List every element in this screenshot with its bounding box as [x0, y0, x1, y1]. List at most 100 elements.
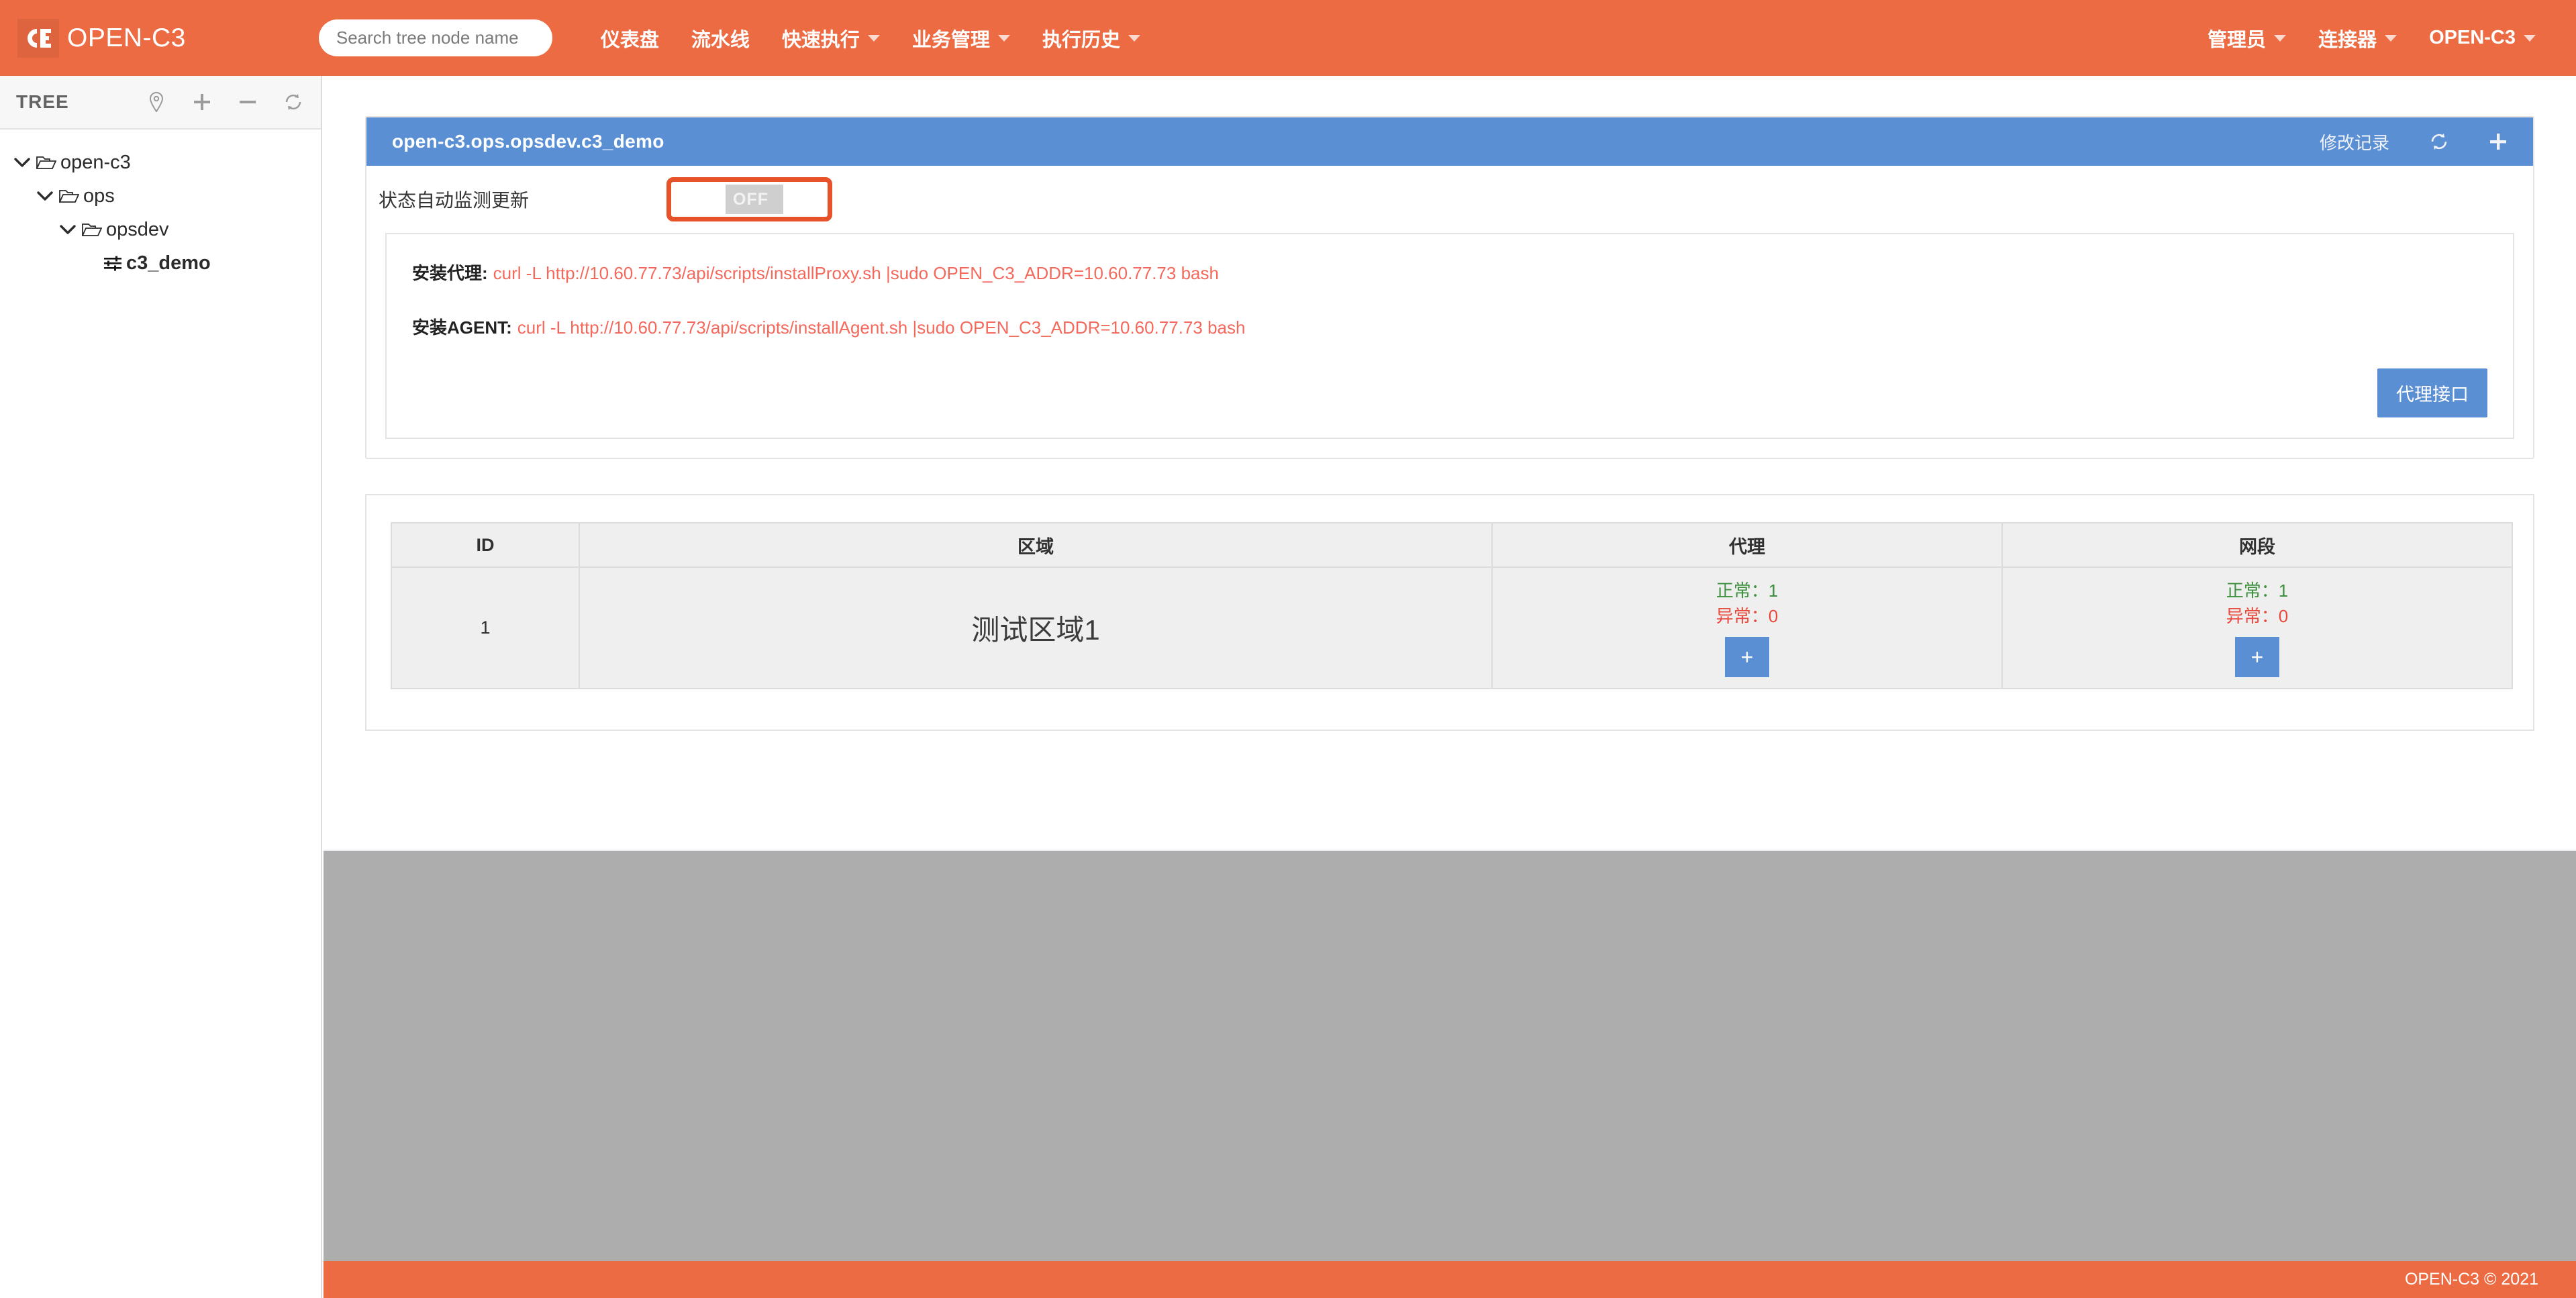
- node-detail-panel: open-c3.ops.opsdev.c3_demo 修改记录 状态自动监测更新…: [365, 116, 2534, 459]
- tree-node-label: open-c3: [60, 152, 131, 174]
- network-normal-status: 正常：1: [2003, 579, 2512, 604]
- nav-item-label: 执行历史: [1042, 24, 1120, 52]
- nav-item-label: 业务管理: [912, 24, 990, 52]
- tree-node-ops[interactable]: ops: [0, 179, 321, 213]
- plus-icon[interactable]: [2489, 132, 2508, 151]
- chevron-down-icon: [998, 35, 1010, 42]
- proxy-abnormal-label: 异常：: [1716, 606, 1769, 626]
- chevron-down-icon: [2524, 35, 2536, 42]
- nav-item-user-menu[interactable]: OPEN-C3: [2413, 0, 2552, 76]
- proxy-abnormal-status: 异常：0: [1493, 604, 2001, 630]
- tree-toolbar: [145, 91, 305, 113]
- command-actions: 代理接口: [412, 368, 2487, 417]
- install-proxy-command[interactable]: curl -L http://10.60.77.73/api/scripts/i…: [493, 263, 1219, 283]
- nav-item-label: 流水线: [691, 24, 750, 52]
- cell-id: 1: [391, 567, 579, 689]
- refresh-icon[interactable]: [282, 91, 305, 113]
- add-network-button[interactable]: +: [2235, 637, 2279, 677]
- tree-node-label: c3_demo: [126, 252, 211, 274]
- install-agent-line: 安装AGENT:curl -L http://10.60.77.73/api/s…: [412, 314, 2487, 339]
- cell-zone: 测试区域1: [579, 567, 1492, 689]
- add-proxy-button[interactable]: +: [1725, 637, 1769, 677]
- tree-node-opsdev[interactable]: opsdev: [0, 213, 321, 246]
- auto-monitor-highlight: OFF: [666, 177, 832, 221]
- cell-proxy: 正常：1 异常：0 +: [1492, 567, 2002, 689]
- minus-icon[interactable]: [236, 91, 259, 113]
- install-agent-command[interactable]: curl -L http://10.60.77.73/api/scripts/i…: [517, 317, 1246, 338]
- refresh-icon[interactable]: [2430, 132, 2448, 151]
- nav-item-label: 管理员: [2208, 24, 2266, 52]
- zone-table-panel: ID 区域 代理 网段 1 测试区域1 正常：1 异常：0 + 正常：1: [365, 494, 2534, 731]
- empty-grey-area: [324, 850, 2576, 1261]
- c3-logo-icon: [17, 19, 59, 58]
- table-row: 1 测试区域1 正常：1 异常：0 + 正常：1 异常：0 +: [391, 567, 2512, 689]
- auto-monitor-label: 状态自动监测更新: [379, 186, 529, 213]
- nav-item-connector[interactable]: 连接器: [2302, 0, 2413, 76]
- nav-right: 管理员 连接器 OPEN-C3: [2191, 0, 2552, 76]
- search-box[interactable]: [319, 19, 552, 56]
- zone-table: ID 区域 代理 网段 1 测试区域1 正常：1 异常：0 + 正常：1: [391, 522, 2513, 689]
- chevron-down-icon[interactable]: [12, 157, 32, 168]
- auto-monitor-row: 状态自动监测更新 OFF: [366, 166, 2533, 233]
- install-proxy-line: 安装代理:curl -L http://10.60.77.73/api/scri…: [412, 260, 2487, 285]
- proxy-normal-label: 正常：: [1716, 581, 1769, 601]
- location-pin-icon[interactable]: [145, 91, 168, 113]
- chevron-down-icon: [868, 35, 880, 42]
- tree-title: TREE: [16, 91, 69, 113]
- folder-icon: [36, 154, 56, 170]
- network-normal-label: 正常：: [2226, 581, 2279, 601]
- tree-node-label: opsdev: [106, 219, 169, 241]
- table-header-row: ID 区域 代理 网段: [391, 523, 2512, 567]
- panel-header-actions: 修改记录: [2320, 130, 2508, 154]
- nav-item-admin[interactable]: 管理员: [2191, 0, 2302, 76]
- panel-header: open-c3.ops.opsdev.c3_demo 修改记录: [366, 117, 2533, 166]
- install-agent-label: 安装AGENT:: [412, 317, 512, 338]
- folder-icon: [82, 221, 102, 238]
- proxy-normal-value: 1: [1769, 581, 1778, 601]
- install-commands-box: 安装代理:curl -L http://10.60.77.73/api/scri…: [385, 233, 2514, 439]
- column-header-network: 网段: [2002, 523, 2512, 567]
- chevron-down-icon[interactable]: [58, 224, 78, 235]
- tree-node-label: ops: [83, 185, 115, 207]
- network-abnormal-label: 异常：: [2226, 606, 2279, 626]
- proxy-abnormal-value: 0: [1769, 606, 1778, 626]
- tree-node-c3-demo[interactable]: c3_demo: [0, 246, 321, 280]
- zone-table-body: 1 测试区域1 正常：1 异常：0 + 正常：1 异常：0 +: [391, 567, 2512, 689]
- column-header-zone: 区域: [579, 523, 1492, 567]
- search-input[interactable]: [319, 19, 552, 56]
- proxy-api-button[interactable]: 代理接口: [2377, 368, 2487, 417]
- sidebar: TREE open-c3: [0, 76, 322, 1298]
- sliders-icon: [103, 255, 122, 271]
- cell-network: 正常：1 异常：0 +: [2002, 567, 2512, 689]
- modify-records-button[interactable]: 修改记录: [2320, 130, 2389, 154]
- nav-item-dashboard[interactable]: 仪表盘: [585, 0, 675, 76]
- auto-monitor-toggle[interactable]: OFF: [696, 185, 783, 214]
- page-footer: OPEN-C3 © 2021: [324, 1261, 2576, 1298]
- nav-item-execution-history[interactable]: 执行历史: [1026, 0, 1156, 76]
- chevron-down-icon: [2385, 35, 2397, 42]
- network-abnormal-status: 异常：0: [2003, 604, 2512, 630]
- chevron-down-icon[interactable]: [35, 191, 55, 201]
- zone-table-head: ID 区域 代理 网段: [391, 523, 2512, 567]
- folder-icon: [59, 188, 79, 204]
- install-proxy-label: 安装代理:: [412, 263, 488, 283]
- network-abnormal-value: 0: [2279, 606, 2288, 626]
- column-header-id: ID: [391, 523, 579, 567]
- chevron-down-icon: [2274, 35, 2286, 42]
- nav-item-business-management[interactable]: 业务管理: [896, 0, 1026, 76]
- plus-icon[interactable]: [191, 91, 213, 113]
- toggle-state-text: OFF: [733, 190, 769, 209]
- brand[interactable]: OPEN-C3: [17, 0, 186, 76]
- nav-item-quick-execute[interactable]: 快速执行: [766, 0, 896, 76]
- column-header-proxy: 代理: [1492, 523, 2002, 567]
- proxy-normal-status: 正常：1: [1493, 579, 2001, 604]
- nav-left: 仪表盘 流水线 快速执行 业务管理 执行历史: [585, 0, 1156, 76]
- top-navbar: OPEN-C3 仪表盘 流水线 快速执行 业务管理 执行历史 管理员 连接器: [0, 0, 2576, 76]
- nav-item-label: 快速执行: [782, 24, 860, 52]
- nav-item-pipeline[interactable]: 流水线: [675, 0, 766, 76]
- nav-item-label: 仪表盘: [601, 24, 659, 52]
- nav-item-label: OPEN-C3: [2429, 27, 2516, 49]
- brand-text: OPEN-C3: [67, 23, 186, 53]
- tree-node-open-c3[interactable]: open-c3: [0, 146, 321, 179]
- page-title: open-c3.ops.opsdev.c3_demo: [392, 131, 664, 152]
